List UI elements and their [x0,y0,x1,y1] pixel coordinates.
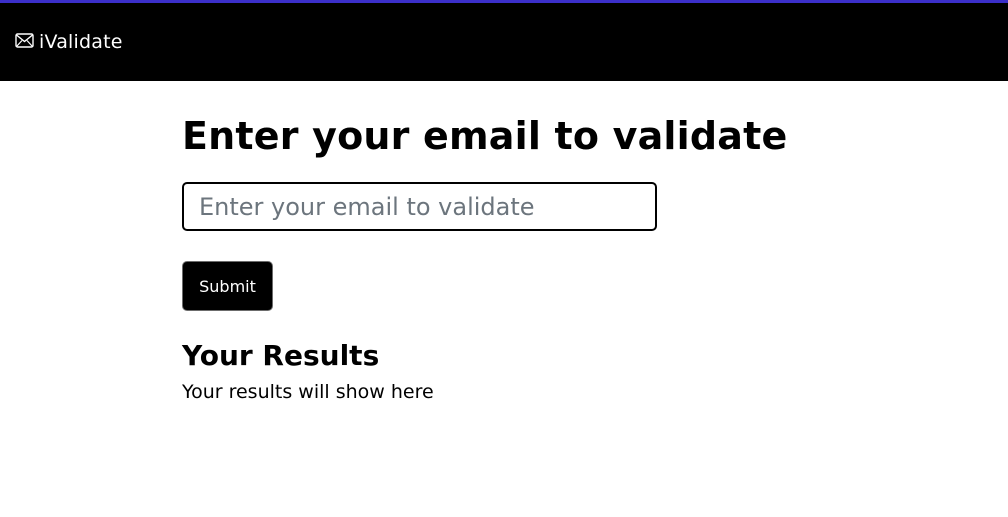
results-heading: Your Results [182,339,380,372]
results-text: Your results will show here [182,381,434,403]
brand-name: iValidate [39,31,123,53]
submit-button[interactable]: Submit [182,261,273,311]
brand-link[interactable]: iValidate [15,31,123,53]
envelope-icon [15,32,34,48]
page-title: Enter your email to validate [182,114,788,158]
main-content: Enter your email to validate Submit Your… [182,112,882,405]
email-input[interactable] [182,182,657,231]
navbar: iValidate [0,3,1008,81]
